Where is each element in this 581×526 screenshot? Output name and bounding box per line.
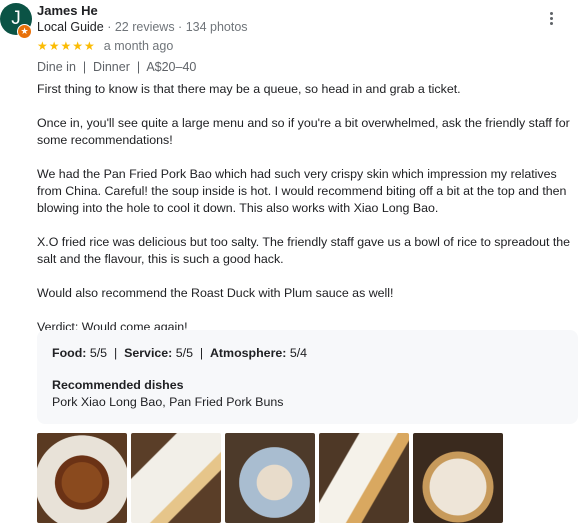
review-paragraph: Once in, you'll see quite a large menu a… (37, 116, 570, 147)
service-score: 5/5 (172, 346, 193, 360)
review-photo[interactable] (319, 433, 409, 523)
visit-tags: Dine in | Dinner | A$20–40 (37, 60, 197, 74)
review-attributes: Food: 5/5 | Service: 5/5 | Atmosphere: 5… (37, 330, 578, 424)
scores: Food: 5/5 | Service: 5/5 | Atmosphere: 5… (52, 346, 308, 360)
food-score: 5/5 (86, 346, 108, 360)
photo-count: 134 photos (185, 20, 248, 34)
review-text: First thing to know is that there may be… (37, 81, 581, 353)
recommended-dishes-title: Recommended dishes (52, 378, 184, 392)
recommended-dishes: Pork Xiao Long Bao, Pan Fried Pork Buns (52, 395, 284, 409)
review-paragraph: First thing to know is that there may be… (37, 82, 461, 96)
atmosphere-score: 5/4 (286, 346, 308, 360)
review-paragraph: Would also recommend the Roast Duck with… (37, 286, 394, 300)
review-paragraph: We had the Pan Fried Pork Bao which had … (37, 167, 567, 215)
local-guide-label: Local Guide (37, 20, 104, 34)
rating-row: ★★★★★ a month ago (37, 39, 173, 53)
review-photos (37, 433, 503, 523)
review-photo[interactable] (37, 433, 127, 523)
star-rating: ★★★★★ (37, 39, 96, 53)
review-photo[interactable] (413, 433, 503, 523)
review-count: 22 reviews (114, 20, 175, 34)
review-paragraph: X.O fried rice was delicious but too sal… (37, 235, 571, 266)
reviewer-meta: Local Guide · 22 reviews · 134 photos (37, 20, 248, 34)
local-guide-star-icon: ★ (17, 24, 32, 39)
review-time: a month ago (103, 39, 174, 53)
reviewer-name[interactable]: James He (37, 3, 98, 18)
review-photo[interactable] (225, 433, 315, 523)
review-photo[interactable] (131, 433, 221, 523)
more-options-icon[interactable] (543, 10, 559, 30)
